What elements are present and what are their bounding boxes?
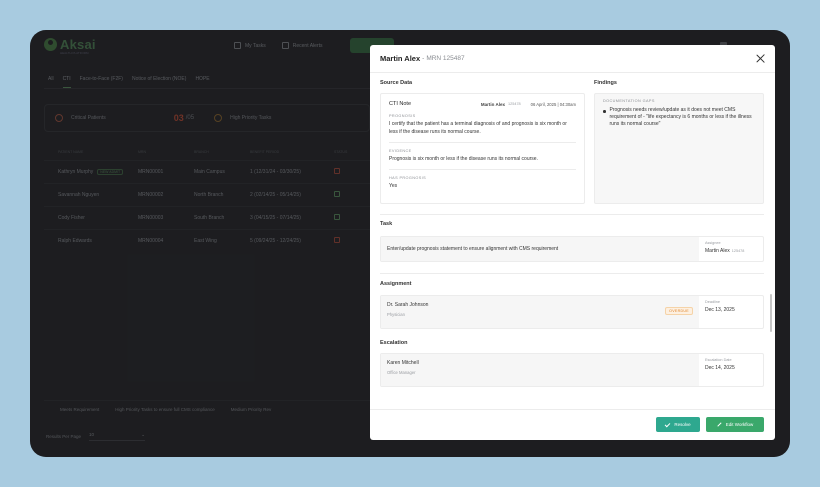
note-title: CTI Note xyxy=(389,101,412,107)
assignee-label: Assignee xyxy=(705,241,721,245)
source-note-card: CTI Note Martin Alex 125478 06 April, 20… xyxy=(380,93,585,204)
section-divider xyxy=(380,214,764,215)
close-icon[interactable] xyxy=(755,53,766,64)
patient-name: Martin Alex xyxy=(380,54,421,63)
note-author-id: 125478 xyxy=(508,102,521,106)
assignment-title: Assignment xyxy=(380,281,412,287)
pencil-icon xyxy=(717,422,722,427)
escalation-card: Karen Mitchell Office Manager Escalation… xyxy=(380,353,764,387)
scrollbar[interactable] xyxy=(770,294,772,332)
escalation-title: Escalation xyxy=(380,340,408,346)
header-separator: - xyxy=(422,55,425,62)
divider xyxy=(389,142,576,143)
task-description: Enter/update prognosis statement to ensu… xyxy=(381,237,699,261)
findings-card: DOCUMENTATION GAPS Prognosis needs revie… xyxy=(594,93,764,204)
prognosis-label: PROGNOSIS xyxy=(389,114,416,118)
bullet-icon xyxy=(603,110,606,113)
finding-text: Prognosis needs review/update as it does… xyxy=(609,107,752,127)
resolve-button[interactable]: Resolve xyxy=(656,417,700,432)
escalation-date-value: Dec 14, 2025 xyxy=(705,365,735,371)
assigned-person-name: Dr. Sarah Johnson xyxy=(387,302,429,308)
deadline-value: Dec 13, 2025 xyxy=(705,307,735,313)
prognosis-text: I certify that the patient has a termina… xyxy=(389,121,567,135)
task-card: Enter/update prognosis statement to ensu… xyxy=(380,236,764,262)
divider xyxy=(389,169,576,170)
modal-footer: Resolve Edit Workflow xyxy=(370,409,775,440)
assignee-name: Martin Alex xyxy=(705,248,730,254)
escalation-person-role: Office Manager xyxy=(387,370,416,375)
source-data-title: Source Data xyxy=(380,80,413,86)
section-divider xyxy=(380,273,764,274)
edit-workflow-button[interactable]: Edit Workflow xyxy=(706,417,764,432)
modal-body: Source Data Findings CTI Note Martin Ale… xyxy=(370,74,775,409)
modal-header: Martin Alex - MRN 125487 xyxy=(370,45,775,73)
has-prognosis-label: HAS PROGNOSIS xyxy=(389,176,427,180)
assignee-id: 125478 xyxy=(731,249,745,253)
evidence-label: EVIDENCE xyxy=(389,149,412,153)
deadline-label: Deadline xyxy=(705,300,720,304)
patient-mrn: MRN 125487 xyxy=(426,55,465,62)
task-title: Task xyxy=(380,221,393,227)
has-prognosis-value: Yes xyxy=(389,183,398,189)
overdue-badge: OVERDUE xyxy=(665,307,693,315)
workflow-modal: Martin Alex - MRN 125487 Source Data Fin… xyxy=(370,45,775,440)
check-icon xyxy=(665,421,671,427)
list-item: Prognosis needs review/update as it does… xyxy=(603,107,755,128)
findings-title: Findings xyxy=(594,80,617,86)
escalation-date-label: Escalation Date xyxy=(705,358,732,362)
escalation-date-panel: Escalation Date Dec 14, 2025 xyxy=(699,354,763,386)
documentation-gaps-label: DOCUMENTATION GAPS xyxy=(603,99,655,103)
note-author: Martin Alex xyxy=(480,101,505,107)
evidence-text: Prognosis is six month or less if the di… xyxy=(389,156,538,162)
note-date: 06 April, 2025 | 04:30am xyxy=(530,101,576,107)
assignee-panel: Assignee Martin Alex 125478 xyxy=(699,237,763,261)
deadline-panel: Deadline Dec 13, 2025 xyxy=(699,296,763,328)
escalation-person-name: Karen Mitchell xyxy=(387,360,419,366)
app-frame: Aksai HEALTH PLATFORM My Tasks Recent Al… xyxy=(30,30,790,457)
assignment-card: Dr. Sarah Johnson Physician OVERDUE Dead… xyxy=(380,295,764,329)
assigned-person-role: Physician xyxy=(387,312,405,317)
